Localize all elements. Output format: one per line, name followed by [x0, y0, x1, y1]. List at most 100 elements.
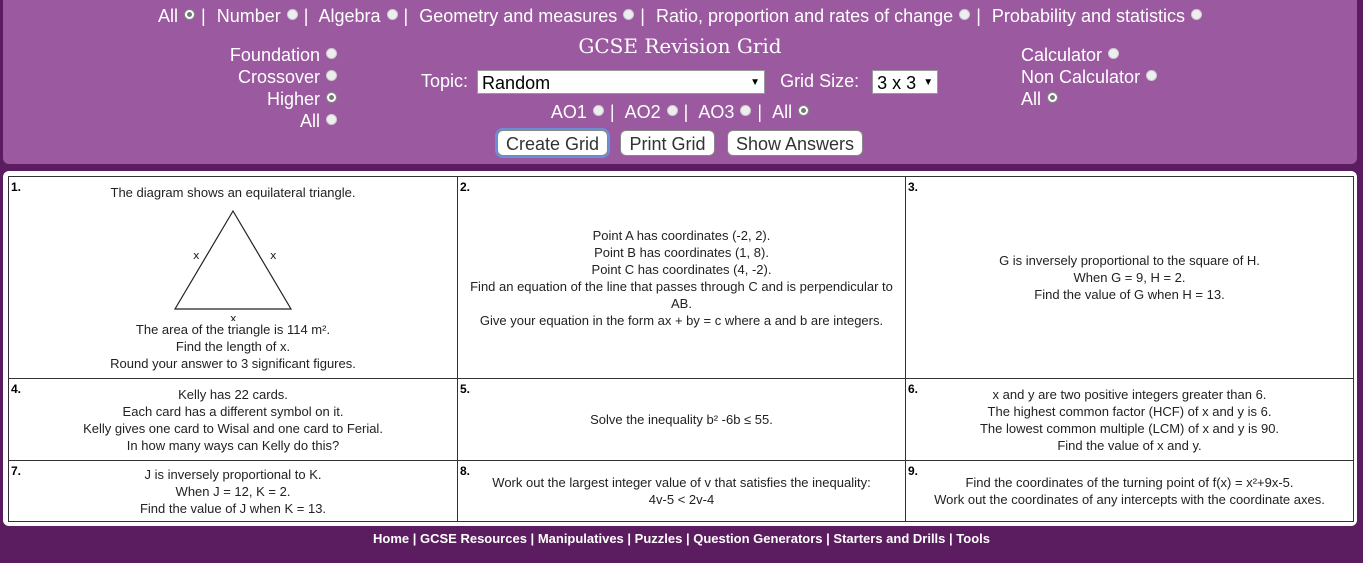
question-cell-2: 2. Point A has coordinates (-2, 2). Poin… [457, 176, 906, 379]
question-text: When G = 9, H = 2. [1073, 270, 1186, 285]
radio-icon[interactable] [1108, 48, 1120, 59]
dropdown-arrow-icon: ▼ [923, 77, 934, 88]
ao-ao2[interactable]: AO2 [625, 102, 678, 122]
side-label: x [193, 249, 200, 262]
question-cell-3: 3. G is inversely proportional to the sq… [905, 176, 1354, 379]
question-cell-7: 7. J is inversely proportional to K. Whe… [8, 460, 458, 522]
question-grid: 1. The diagram shows an equilateral tria… [8, 176, 1354, 522]
radio-icon[interactable] [740, 105, 752, 116]
footer-link-manipulatives[interactable]: Manipulatives [538, 531, 624, 546]
dropdown-arrow-icon: ▼ [750, 77, 761, 88]
footer-link-question-generators[interactable]: Question Generators [693, 531, 822, 546]
print-grid-button[interactable]: Print Grid [620, 130, 715, 156]
question-text: Kelly has 22 cards. [178, 386, 288, 402]
side-label: x [230, 312, 237, 321]
question-number: 9. [908, 464, 919, 478]
ao-ao3[interactable]: AO3 [698, 102, 752, 122]
calc-non-calculator[interactable]: Non Calculator [1021, 66, 1158, 88]
show-answers-button[interactable]: Show Answers [726, 130, 864, 156]
question-text: The lowest common multiple (LCM) of x an… [979, 420, 1280, 436]
question-number: 3. [908, 180, 919, 194]
footer-link-gcse-resources[interactable]: GCSE Resources [420, 531, 527, 546]
topic-label: Topic: [421, 70, 469, 91]
question-cell-8: 8. Work out the largest integer value of… [457, 460, 906, 522]
question-text: 4v-5 < 2v-4 [648, 492, 715, 507]
tier-foundation[interactable]: Foundation [230, 44, 337, 66]
question-text: Each card has a different symbol on it. [122, 403, 344, 419]
calc-calculator[interactable]: Calculator [1021, 44, 1157, 66]
question-number: 5. [460, 382, 471, 396]
grid-size-select[interactable]: 3 x 3 ▼ [872, 70, 939, 94]
grid-size-label: Grid Size: [780, 70, 860, 91]
question-text: J is inversely proportional to K. [144, 466, 322, 482]
question-text: Work out the largest integer value of v … [492, 475, 871, 490]
question-cell-9: 9. Find the coordinates of the turning p… [905, 460, 1354, 522]
footer-nav: Home | GCSE Resources | Manipulatives | … [373, 531, 990, 546]
question-text: Solve the inequality b² -6b ≤ 55. [590, 412, 773, 427]
question-text: Point A has coordinates (-2, 2). [592, 227, 771, 243]
radio-icon[interactable] [666, 105, 678, 116]
tier-crossover[interactable]: Crossover [230, 66, 337, 88]
question-text: The highest common factor (HCF) of x and… [987, 403, 1272, 419]
question-number: 1. [11, 180, 22, 194]
revision-grid: 1. The diagram shows an equilateral tria… [3, 171, 1357, 526]
question-text: Find the value of J when K = 13. [139, 500, 327, 516]
radio-icon[interactable] [623, 9, 635, 20]
radio-icon[interactable] [592, 105, 604, 116]
strand-ratio[interactable]: Ratio, proportion and rates of change [656, 6, 971, 26]
create-grid-button[interactable]: Create Grid [496, 130, 609, 156]
question-number: 8. [460, 464, 471, 478]
button-row: Create Grid Print Grid Show Answers [3, 130, 1357, 156]
question-text: The diagram shows an equilateral triangl… [110, 184, 356, 200]
question-text: Point B has coordinates (1, 8). [594, 244, 769, 260]
question-text: The area of the triangle is 114 m². [135, 321, 331, 337]
question-text: G is inversely proportional to the squar… [999, 253, 1260, 268]
topic-select[interactable]: Random ▼ [477, 70, 766, 94]
strand-selector: All | Number | Algebra | Geometry and measu… [3, 6, 1357, 27]
question-text: x and y are two positive integers greate… [992, 386, 1267, 402]
question-text: Find the value of G when H = 13. [1034, 287, 1225, 302]
strand-algebra[interactable]: Algebra [318, 6, 398, 26]
controls-panel: All | Number | Algebra | Geometry and measu… [3, 0, 1357, 164]
question-text: Round your answer to 3 significant figur… [110, 355, 356, 371]
footer-link-tools[interactable]: Tools [956, 531, 990, 546]
topic-row: Topic: Random ▼ Grid Size: 3 x 3 ▼ [421, 70, 939, 94]
equilateral-triangle-diagram: x x x [173, 209, 293, 321]
question-text: Kelly gives one card to Wisal and one ca… [83, 420, 383, 436]
question-cell-6: 6. x and y are two positive integers gre… [905, 378, 1354, 461]
question-number: 6. [908, 382, 919, 396]
strand-all[interactable]: All [158, 6, 196, 26]
radio-icon[interactable] [1146, 70, 1158, 81]
strand-geometry[interactable]: Geometry and measures [419, 6, 635, 26]
question-cell-5: 5. Solve the inequality b² -6b ≤ 55. [457, 378, 906, 461]
radio-icon[interactable] [326, 70, 337, 81]
radio-icon[interactable] [959, 9, 971, 20]
question-number: 4. [11, 382, 22, 396]
ao-ao1[interactable]: AO1 [551, 102, 604, 122]
question-number: 2. [460, 180, 471, 194]
question-text: Find an equation of the line that passes… [470, 278, 893, 311]
footer-link-puzzles[interactable]: Puzzles [635, 531, 683, 546]
radio-icon[interactable] [798, 105, 810, 116]
radio-icon[interactable] [386, 9, 398, 20]
side-label: x [270, 249, 277, 262]
strand-probability[interactable]: Probability and statistics [992, 6, 1202, 26]
radio-icon[interactable] [326, 48, 337, 59]
question-cell-1: 1. The diagram shows an equilateral tria… [8, 176, 458, 379]
radio-icon[interactable] [184, 9, 196, 20]
question-text: Find the coordinates of the turning poin… [965, 475, 1294, 490]
ao-all[interactable]: All [772, 102, 810, 122]
ao-selector: AO1 | AO2 | AO3 | All [3, 102, 1357, 123]
radio-icon[interactable] [286, 9, 298, 20]
radio-icon[interactable] [1191, 9, 1202, 20]
question-text: Give your equation in the form ax + by =… [479, 312, 884, 328]
calculator-selector: Calculator Non Calculator All [1021, 44, 1158, 110]
question-text: Point C has coordinates (4, -2). [591, 261, 772, 277]
question-number: 7. [11, 464, 22, 478]
question-text: Find the value of x and y. [1057, 437, 1202, 453]
footer-link-starters-drills[interactable]: Starters and Drills [833, 531, 945, 546]
question-text: In how many ways can Kelly do this? [126, 437, 340, 453]
question-text: Work out the coordinates of any intercep… [934, 492, 1325, 507]
strand-number[interactable]: Number [217, 6, 298, 26]
footer-link-home[interactable]: Home [373, 531, 409, 546]
